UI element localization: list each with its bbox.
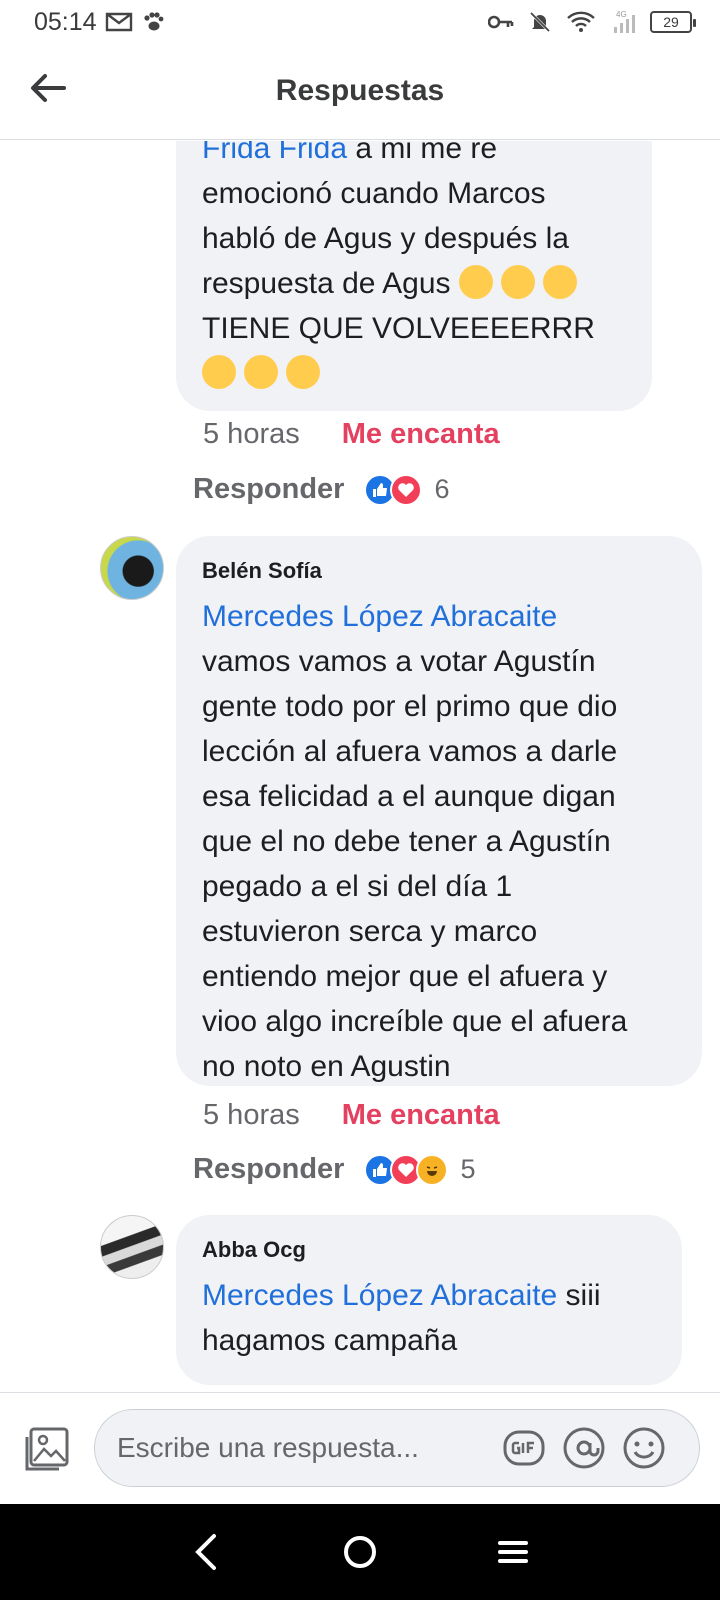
comment-meta: 5 horas Me encanta bbox=[203, 1099, 500, 1132]
comment-time: 5 horas bbox=[203, 1099, 300, 1131]
page-title: Respuestas bbox=[275, 74, 445, 107]
replies-list: Frida Frida a mi me re emocionó cuando M… bbox=[0, 141, 720, 1391]
crying-face-emoji bbox=[244, 355, 278, 390]
battery-indicator: 29 bbox=[650, 11, 696, 33]
crying-face-emoji bbox=[286, 355, 320, 390]
comment-text-line2: TIENE QUE VOLVEEEERRR bbox=[202, 312, 595, 345]
mention-link[interactable]: Mercedes López Abracaite bbox=[202, 594, 676, 639]
menu-lines-icon bbox=[498, 1541, 529, 1563]
comment-actions: Responder 6 bbox=[193, 473, 450, 506]
haha-icon bbox=[416, 1153, 449, 1186]
reply-input-container[interactable] bbox=[94, 1409, 700, 1487]
reply-button[interactable]: Responder bbox=[193, 1153, 344, 1186]
pleading-face-emoji bbox=[500, 265, 535, 300]
comment-actions: Responder 5 bbox=[193, 1153, 476, 1186]
love-icon bbox=[390, 473, 423, 506]
back-nav-button[interactable] bbox=[177, 1522, 237, 1582]
reply-composer bbox=[0, 1392, 720, 1504]
photo-icon bbox=[25, 1427, 69, 1471]
photo-button[interactable] bbox=[22, 1425, 72, 1475]
wifi-icon bbox=[566, 10, 596, 34]
system-nav-bar bbox=[0, 1504, 720, 1600]
mute-bell-icon bbox=[528, 10, 552, 34]
home-nav-button[interactable] bbox=[330, 1522, 390, 1582]
comment-author[interactable]: Abba Ocg bbox=[202, 1235, 656, 1265]
comment-meta: 5 horas Me encanta bbox=[203, 418, 500, 451]
reaction-summary[interactable]: 6 bbox=[364, 473, 450, 506]
avatar[interactable] bbox=[100, 1215, 164, 1279]
mention-icon[interactable] bbox=[561, 1425, 607, 1471]
reaction-label[interactable]: Me encanta bbox=[342, 418, 500, 451]
reaction-count: 6 bbox=[434, 474, 450, 504]
home-circle-icon bbox=[343, 1536, 376, 1568]
pleading-face-emoji bbox=[542, 265, 577, 300]
reaction-summary[interactable]: 5 bbox=[364, 1153, 476, 1186]
pleading-face-emoji bbox=[458, 265, 493, 300]
reaction-label[interactable]: Me encanta bbox=[342, 1099, 500, 1132]
comment-author[interactable]: Belén Sofía bbox=[202, 556, 676, 586]
signal-icon: 4G bbox=[610, 9, 636, 35]
key-icon bbox=[488, 15, 514, 29]
svg-text:4G: 4G bbox=[616, 10, 627, 19]
paw-icon bbox=[141, 10, 165, 34]
comment-bubble[interactable]: Frida Frida a mi me re emocionó cuando M… bbox=[176, 141, 652, 411]
reply-button[interactable]: Responder bbox=[193, 473, 344, 506]
status-time: 05:14 bbox=[34, 7, 97, 36]
crying-face-emoji bbox=[202, 355, 236, 390]
menu-nav-button[interactable] bbox=[483, 1522, 543, 1582]
mention-link[interactable]: Mercedes López Abracaite bbox=[202, 1279, 557, 1312]
comment-bubble[interactable]: Abba Ocg Mercedes López Abracaite siii h… bbox=[176, 1215, 682, 1385]
back-chevron-icon bbox=[194, 1534, 216, 1570]
reply-input[interactable] bbox=[117, 1432, 487, 1464]
comment-time: 5 horas bbox=[203, 418, 300, 450]
status-bar: 05:14 4G 29 bbox=[0, 0, 720, 44]
reaction-count: 5 bbox=[460, 1154, 476, 1184]
emoji-icon[interactable] bbox=[621, 1425, 667, 1471]
gmail-icon bbox=[105, 11, 133, 33]
app-header: Respuestas bbox=[0, 44, 720, 140]
mention-link[interactable]: Frida Frida bbox=[202, 141, 347, 165]
comment-text: vamos vamos a votar Agustín gente todo p… bbox=[202, 645, 628, 1083]
comment-bubble[interactable]: Belén Sofía Mercedes López Abracaite vam… bbox=[176, 536, 702, 1086]
avatar[interactable] bbox=[100, 536, 164, 600]
gif-icon[interactable] bbox=[501, 1425, 547, 1471]
